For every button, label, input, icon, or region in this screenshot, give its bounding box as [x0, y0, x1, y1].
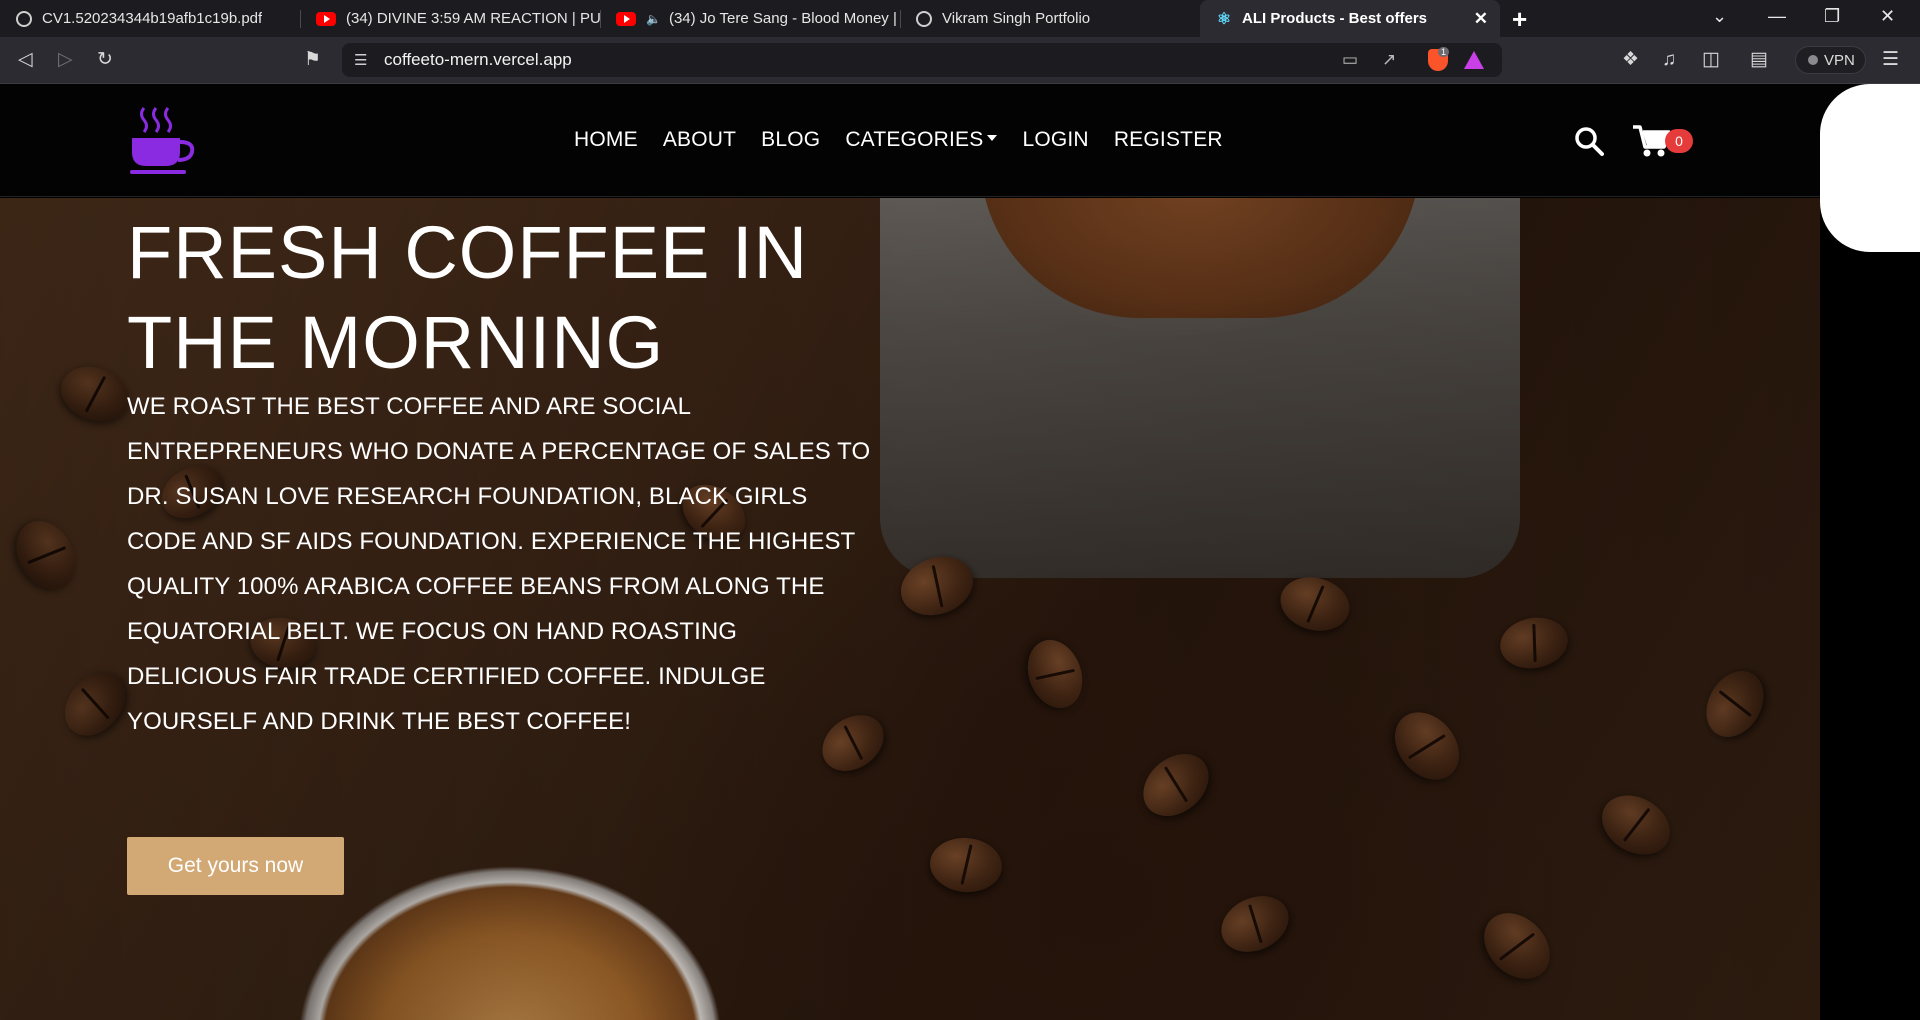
- nav-blog[interactable]: BLOG: [761, 128, 820, 152]
- address-bar[interactable]: ☰ coffeeto-mern.vercel.app ▭ ↗ 1: [342, 43, 1502, 77]
- tab-list-chevron-icon[interactable]: ⌄: [1712, 6, 1727, 27]
- browser-tab[interactable]: CV1.520234344b19afb1c19b.pdf: [0, 0, 300, 37]
- bookmark-icon[interactable]: ⚑: [304, 49, 321, 71]
- cart-count-badge: 0: [1665, 129, 1693, 153]
- wallet-icon[interactable]: ▤: [1750, 49, 1768, 71]
- web-page: HOME ABOUT BLOG CATEGORIES LOGIN REGISTE…: [0, 84, 1920, 1020]
- site-navbar: HOME ABOUT BLOG CATEGORIES LOGIN REGISTE…: [0, 84, 1920, 197]
- side-floating-panel[interactable]: [1820, 84, 1920, 252]
- search-icon[interactable]: [1574, 126, 1604, 156]
- hero-title-line: THE MORNING: [127, 301, 665, 384]
- browser-tab[interactable]: 🔈 (34) Jo Tere Sang - Blood Money |: [600, 0, 900, 37]
- hero-text-line: QUALITY 100% ARABICA COFFEE BEANS FROM A…: [127, 573, 825, 600]
- hero-text-line: YOURSELF AND DRINK THE BEST COFFEE!: [127, 708, 632, 735]
- back-icon[interactable]: ◁: [18, 49, 33, 71]
- tab-title: (34) DIVINE 3:59 AM REACTION | PUN: [346, 10, 600, 27]
- youtube-icon: [316, 11, 336, 26]
- nav-categories-label: CATEGORIES: [845, 128, 984, 151]
- vpn-status-icon: [1808, 55, 1818, 65]
- globe-icon: [16, 10, 32, 27]
- globe-icon: [916, 10, 932, 27]
- nav-register[interactable]: REGISTER: [1114, 128, 1223, 152]
- hero-text-line: CODE AND SF AIDS FOUNDATION. EXPERIENCE …: [127, 528, 856, 555]
- speaker-icon[interactable]: 🔈: [646, 12, 661, 26]
- restore-icon[interactable]: ❐: [1824, 6, 1840, 27]
- browser-tab[interactable]: (34) DIVINE 3:59 AM REACTION | PUN: [300, 0, 600, 37]
- close-tab-icon[interactable]: ✕: [1474, 9, 1488, 29]
- hero-text-line: WE ROAST THE BEST COFFEE AND ARE SOCIAL: [127, 393, 692, 420]
- main-nav: HOME ABOUT BLOG CATEGORIES LOGIN REGISTE…: [574, 128, 1248, 152]
- browser-toolbar: ◁ ▷ ↻ ⚑ ☰ coffeeto-mern.vercel.app ▭ ↗ 1…: [0, 37, 1920, 84]
- react-icon: ⚛: [1216, 10, 1232, 28]
- site-info-icon[interactable]: ☰: [354, 51, 367, 69]
- tab-title: CV1.520234344b19afb1c19b.pdf: [42, 10, 263, 27]
- close-window-icon[interactable]: ✕: [1880, 6, 1895, 27]
- shields-count-badge: 1: [1438, 47, 1450, 57]
- hero-text-line: DELICIOUS FAIR TRADE CERTIFIED COFFEE. I…: [127, 663, 766, 690]
- page-right-gutter: [1820, 198, 1920, 1020]
- share-icon[interactable]: ↗: [1382, 50, 1396, 70]
- forward-icon[interactable]: ▷: [58, 49, 73, 71]
- sidebar-icon[interactable]: ◫: [1702, 49, 1720, 71]
- hero-section: FRESH COFFEE IN THE MORNING WE ROAST THE…: [0, 198, 1820, 1020]
- get-yours-now-button[interactable]: Get yours now: [127, 837, 344, 895]
- nav-categories-dropdown[interactable]: CATEGORIES: [845, 128, 998, 152]
- hero-text-line: DR. SUSAN LOVE RESEARCH FOUNDATION, BLAC…: [127, 483, 808, 510]
- nav-about[interactable]: ABOUT: [663, 128, 736, 152]
- browser-tab-active[interactable]: ⚛ ALI Products - Best offers ✕: [1200, 0, 1500, 37]
- reload-icon[interactable]: ↻: [97, 49, 113, 71]
- vpn-label: VPN: [1824, 51, 1855, 69]
- browser-tab[interactable]: Vikram Singh Portfolio: [900, 0, 1200, 37]
- caret-down-icon: [987, 135, 998, 142]
- hero-text-line: ENTREPRENEURS WHO DONATE A PERCENTAGE OF…: [127, 438, 871, 465]
- url-text[interactable]: coffeeto-mern.vercel.app: [384, 50, 572, 70]
- media-icon[interactable]: ♫: [1662, 49, 1676, 71]
- browser-tab-bar: CV1.520234344b19afb1c19b.pdf (34) DIVINE…: [0, 0, 1920, 37]
- extensions-icon[interactable]: ❖: [1622, 49, 1639, 71]
- menu-icon[interactable]: ☰: [1882, 49, 1899, 71]
- hero-title-line: FRESH COFFEE IN: [127, 211, 809, 294]
- hero-text-line: EQUATORIAL BELT. WE FOCUS ON HAND ROASTI…: [127, 618, 738, 645]
- minimize-icon[interactable]: —: [1768, 6, 1786, 27]
- nav-home[interactable]: HOME: [574, 128, 638, 152]
- youtube-icon: [616, 11, 636, 26]
- tab-title: (34) Jo Tere Sang - Blood Money |: [668, 10, 897, 27]
- hero-title: FRESH COFFEE IN THE MORNING: [127, 208, 927, 388]
- coffee-cup-logo-icon[interactable]: [130, 104, 198, 176]
- nav-login[interactable]: LOGIN: [1022, 128, 1088, 152]
- hero-description: WE ROAST THE BEST COFFEE AND ARE SOCIAL …: [127, 384, 887, 744]
- tab-title: Vikram Singh Portfolio: [942, 10, 1091, 27]
- cast-icon[interactable]: ▭: [1342, 50, 1358, 70]
- new-tab-icon[interactable]: +: [1512, 4, 1527, 35]
- tab-title: ALI Products - Best offers: [1242, 10, 1428, 27]
- vpn-button[interactable]: VPN: [1795, 46, 1866, 74]
- brave-rewards-icon[interactable]: [1464, 51, 1484, 69]
